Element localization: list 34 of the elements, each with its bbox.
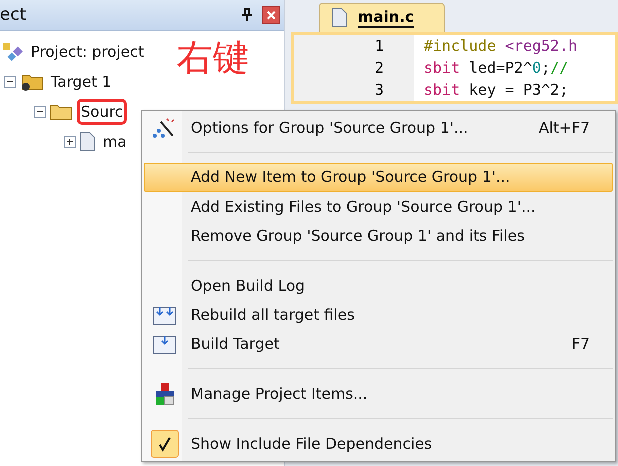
line-number: 2 <box>294 57 414 79</box>
tree-item[interactable]: ma <box>99 129 131 155</box>
menu-item[interactable]: Remove Group 'Source Group 1' and its Files <box>144 221 613 250</box>
file-icon <box>80 132 96 152</box>
collapse-icon[interactable] <box>4 76 16 88</box>
project-icon <box>2 42 24 62</box>
file-icon <box>332 8 348 28</box>
menu-item[interactable]: Rebuild all target files <box>144 300 613 330</box>
pin-icon <box>241 8 253 22</box>
wand-icon <box>153 116 177 140</box>
line-number: 1 <box>294 35 414 57</box>
tree-item[interactable]: Target 1 <box>47 69 116 95</box>
menu-item[interactable]: Add New Item to Group 'Source Group 1'... <box>144 162 613 192</box>
menu-item[interactable]: Show Include File Dependencies <box>144 429 613 459</box>
file-tab[interactable]: main.c <box>319 3 446 32</box>
menu-item[interactable]: Build Target F7 <box>144 329 613 358</box>
code-line: sbit led=P2^0;// <box>423 59 568 77</box>
close-icon <box>266 10 276 20</box>
tree-item[interactable]: Sourc <box>77 99 128 125</box>
line-number: 3 <box>294 79 414 101</box>
expand-icon[interactable] <box>64 136 76 148</box>
collapse-icon[interactable] <box>34 106 46 118</box>
code-editor[interactable]: 1 #include <reg52.h 2 sbit led=P2^0;// 3 sbit key = P3^2; <box>291 32 618 104</box>
blocks-icon <box>153 382 177 406</box>
menu-item[interactable]: Options for Group 'Source Group 1'... Alt+F7 <box>144 113 613 142</box>
panel-title: ect <box>0 5 28 25</box>
menu-item[interactable]: Manage Project Items... <box>144 379 613 408</box>
menu-item[interactable]: Open Build Log <box>144 271 613 300</box>
code-line: #include <reg52.h <box>423 37 578 55</box>
close-button[interactable] <box>262 6 280 24</box>
tree-item[interactable]: Project: project <box>27 39 148 65</box>
annotation-text: 右键 <box>177 37 249 81</box>
menu-item[interactable]: Add Existing Files to Group 'Source Group 1'... <box>144 192 613 222</box>
code-line: sbit key = P3^2; <box>423 81 568 99</box>
